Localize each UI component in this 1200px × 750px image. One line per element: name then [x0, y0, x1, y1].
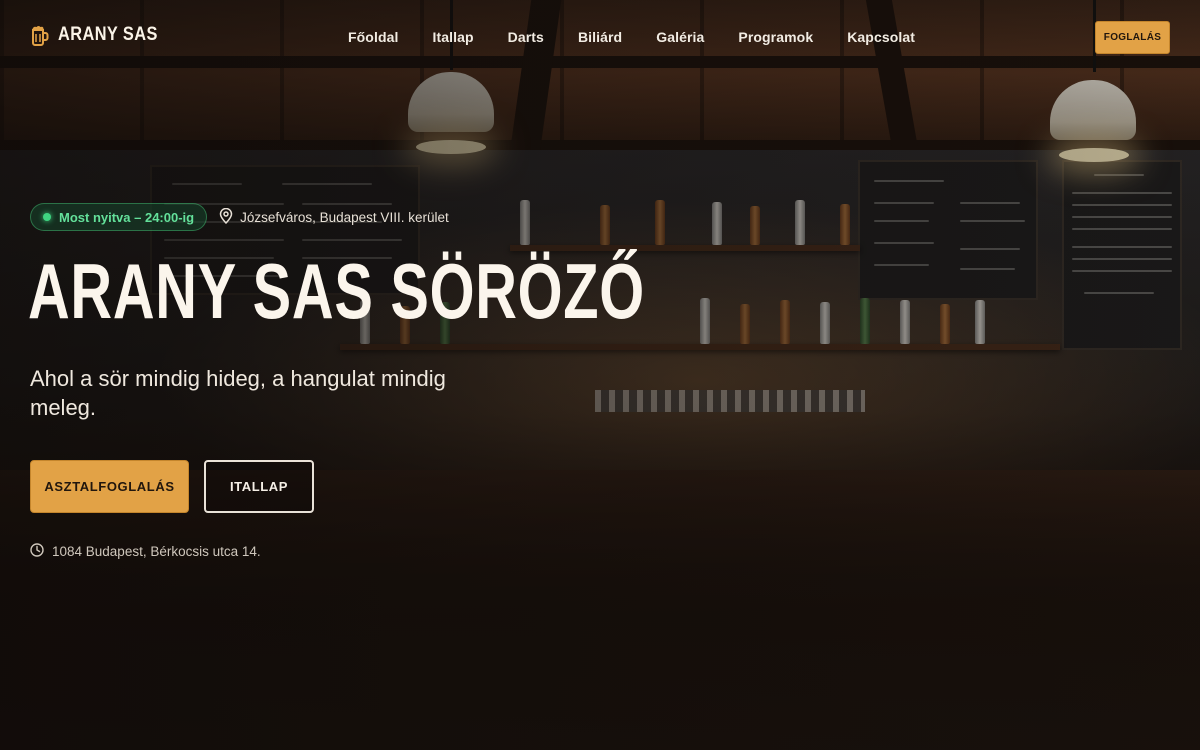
drinks-menu-button[interactable]: ITALLAP — [204, 460, 314, 513]
nav-item-itallap[interactable]: Itallap — [432, 29, 473, 45]
brand-name: ARANY SAS — [58, 24, 158, 45]
hero-meta: Most nyitva – 24:00-ig Józsefváros, Buda… — [30, 203, 449, 231]
beer-mug-icon — [30, 24, 50, 46]
nav-item-kapcsolat[interactable]: Kapcsolat — [847, 29, 915, 45]
nav-item-darts[interactable]: Darts — [508, 29, 544, 45]
brand-logo[interactable]: ARANY SAS — [30, 24, 174, 46]
hero-tagline: Ahol a sör mindig hideg, a hangulat mind… — [30, 366, 446, 420]
booking-button[interactable]: FOGLALÁS — [1095, 21, 1170, 54]
page-title: ARANY SAS SÖRÖZŐ — [28, 247, 645, 335]
clock-icon — [30, 543, 44, 560]
open-status-badge: Most nyitva – 24:00-ig — [30, 203, 208, 231]
location-text: Józsefváros, Budapest VIII. kerület — [240, 209, 449, 225]
location: Józsefváros, Budapest VIII. kerület — [219, 207, 449, 227]
site-header: ARANY SAS Főoldal Itallap Darts Biliárd … — [0, 0, 1200, 76]
nav-item-foldal[interactable]: Főoldal — [348, 29, 398, 45]
nav-item-galeria[interactable]: Galéria — [656, 29, 704, 45]
main-nav: Főoldal Itallap Darts Biliárd Galéria Pr… — [348, 29, 915, 45]
open-status-text: Most nyitva – 24:00-ig — [59, 209, 195, 225]
nav-item-biliard[interactable]: Biliárd — [578, 29, 622, 45]
table-booking-button[interactable]: ASZTALFOGLALÁS — [30, 460, 189, 513]
address-text: 1084 Budapest, Bérkocsis utca 14. — [52, 544, 261, 559]
address: 1084 Budapest, Bérkocsis utca 14. — [30, 543, 261, 560]
nav-item-programok[interactable]: Programok — [738, 29, 813, 45]
map-pin-icon — [219, 207, 233, 227]
status-dot-icon — [43, 213, 51, 221]
